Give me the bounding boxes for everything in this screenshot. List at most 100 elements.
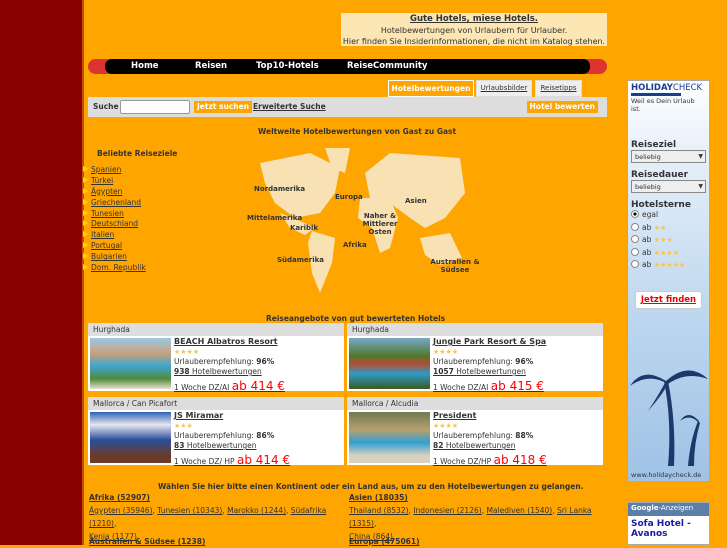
continent-link-afrika[interactable]: Afrika (52907) — [89, 493, 150, 502]
hotel-name-link[interactable]: President — [433, 411, 476, 420]
destination-link[interactable]: Tunesien — [91, 209, 124, 218]
rec-label: Urlauberempfehlung: — [174, 431, 254, 440]
country-link[interactable]: Ägypten (35946) — [89, 506, 153, 515]
hotel-name-link[interactable]: Jungle Park Resort & Spa — [433, 337, 546, 346]
destinations-list: Spanien Türkei Ägypten Griechenland Tune… — [83, 165, 163, 274]
rec-label: Urlauberempfehlung: — [174, 357, 254, 366]
main-nav: Home Reisen Top10-Hotels ReiseCommunity — [88, 59, 607, 74]
rec-value: 88% — [515, 431, 534, 440]
holidaycheck-url[interactable]: www.holidaycheck.de — [631, 471, 701, 479]
nav-community[interactable]: ReiseCommunity — [347, 61, 427, 71]
destination-link[interactable]: Spanien — [91, 165, 121, 174]
continents-intro: Wählen Sie hier bitte einen Kontinent od… — [158, 482, 584, 491]
reisedauer-label: Reisedauer — [631, 170, 689, 180]
tab-urlaubsbilder[interactable]: Urlaubsbilder — [476, 80, 532, 97]
advanced-search-link[interactable]: Erweiterte Suche — [253, 102, 326, 111]
hotel-offer-card: Mallorca / Alcudia President ★★★★ Urlaub… — [347, 397, 603, 467]
map-region-karibik[interactable]: Karibik — [290, 224, 318, 232]
destination-link[interactable]: Bulgarien — [91, 252, 127, 261]
map-region-suedamerika[interactable]: Südamerika — [277, 256, 324, 264]
tagline-line2: Hier finden Sie Insiderinformationen, di… — [342, 37, 606, 46]
offer-location: Mallorca / Alcudia — [347, 397, 603, 410]
hotel-stars: ★★★ — [174, 422, 193, 430]
destination-link[interactable]: Portugal — [91, 241, 122, 250]
hotel-offer-card: Hurghada Jungle Park Resort & Spa ★★★★ U… — [347, 323, 603, 393]
country-link[interactable]: Indonesien (2126) — [413, 506, 481, 515]
destinations-title: Beliebte Reiseziele — [97, 149, 178, 158]
holidaycheck-widget: HOLIDAYCHECK Weil es Dein Urlaub ist. Re… — [627, 80, 710, 482]
left-border — [0, 0, 84, 545]
google-brand: Google — [631, 504, 659, 512]
destination-link[interactable]: Türkei — [91, 176, 113, 185]
radio-3-stars[interactable]: ab ★★★ — [628, 235, 709, 248]
reviews-link[interactable]: 1057 Hotelbewertungen — [433, 367, 526, 376]
search-bar: Suche Jetzt suchen Erweiterte Suche Hote… — [88, 97, 607, 117]
ad-link[interactable]: Sofa Hotel - Avanos — [628, 516, 709, 542]
country-link[interactable]: Thailand (8532) — [349, 506, 409, 515]
hotel-name-link[interactable]: JS Miramar — [174, 411, 223, 420]
hotel-photo[interactable] — [90, 338, 171, 389]
destination-link[interactable]: Italien — [91, 230, 114, 239]
nav-reisen[interactable]: Reisen — [195, 61, 227, 71]
destination-link[interactable]: Griechenland — [91, 198, 141, 207]
reiseziel-select[interactable]: beliebig — [631, 150, 706, 163]
search-label: Suche — [93, 102, 119, 111]
map-region-europa[interactable]: Europa — [335, 193, 363, 201]
radio-2-stars[interactable]: ab ★★ — [628, 222, 709, 236]
hotel-stars: ★★★★ — [174, 348, 200, 356]
hotel-photo[interactable] — [90, 412, 171, 463]
hotel-stars: ★★★★ — [433, 422, 459, 430]
reisedauer-select[interactable]: beliebig — [631, 180, 706, 193]
continent-link-asien[interactable]: Asien (18035) — [349, 493, 408, 502]
radio-4-stars[interactable]: ab ★★★★ — [628, 247, 709, 261]
radio-5-stars[interactable]: ab ★★★★★ — [628, 260, 709, 273]
map-region-asien[interactable]: Asien — [405, 197, 427, 205]
map-region-mittelamerika[interactable]: Mittelamerika — [247, 214, 302, 222]
hotel-photo[interactable] — [349, 412, 430, 463]
reviews-link[interactable]: 83 Hotelbewertungen — [174, 441, 256, 450]
tagline-line1: Hotelbewertungen von Urlaubern für Urlau… — [380, 26, 568, 35]
holidaycheck-logo[interactable]: HOLIDAYCHECK — [628, 81, 709, 93]
offer-location: Hurghada — [347, 323, 603, 336]
country-link[interactable]: Malediven (1540) — [486, 506, 552, 515]
map-region-nordamerika[interactable]: Nordamerika — [254, 185, 305, 193]
tab-reisetipps[interactable]: Reisetipps — [535, 80, 582, 97]
reiseziel-label: Reiseziel — [631, 140, 677, 150]
tagline-box: Gute Hotels, miese Hotels. Hotelbewertun… — [341, 13, 607, 46]
search-button[interactable]: Jetzt suchen — [194, 101, 253, 113]
map-region-nahost[interactable]: Naher & Mittlerer Osten — [350, 212, 410, 236]
radio-egal[interactable]: egal — [628, 210, 709, 223]
hotel-name-link[interactable]: BEACH Albatros Resort — [174, 337, 278, 346]
destination-link[interactable]: Dom. Republik — [91, 263, 146, 272]
price-link[interactable]: 1 Woche DZ/HP ab 418 € — [433, 454, 547, 467]
price-link[interactable]: 1 Woche DZ/AI ab 414 € — [174, 380, 285, 393]
nav-top10[interactable]: Top10-Hotels — [256, 61, 319, 71]
map-title: Weltweite Hotelbewertungen von Gast zu G… — [258, 127, 457, 136]
rec-label: Urlauberempfehlung: — [433, 357, 513, 366]
nav-home[interactable]: Home — [131, 61, 159, 71]
tagline-title[interactable]: Gute Hotels, miese Hotels. — [410, 14, 538, 24]
destination-link[interactable]: Deutschland — [91, 219, 138, 228]
map-region-afrika[interactable]: Afrika — [343, 241, 367, 249]
price-link[interactable]: 1 Woche DZ/ HP ab 414 € — [174, 454, 290, 467]
google-ads: Google-Anzeigen Sofa Hotel - Avanos — [627, 502, 710, 545]
price-link[interactable]: 1 Woche DZ/AI ab 415 € — [433, 380, 544, 393]
reviews-link[interactable]: 938 Hotelbewertungen — [174, 367, 262, 376]
offer-location: Hurghada — [88, 323, 344, 336]
search-input[interactable] — [120, 100, 190, 114]
rec-value: 96% — [515, 357, 534, 366]
tab-hotelbewertungen[interactable]: Hotelbewertungen — [388, 80, 474, 97]
hotel-photo[interactable] — [349, 338, 430, 389]
map-region-australien[interactable]: Australien & Südsee — [430, 258, 480, 274]
hotel-offer-card: Hurghada BEACH Albatros Resort ★★★★ Urla… — [88, 323, 344, 393]
offers-title: Reiseangebote von gut bewerteten Hotels — [266, 314, 446, 323]
find-button[interactable]: Jetzt finden — [635, 291, 702, 309]
hotel-stars: ★★★★ — [433, 348, 459, 356]
reviews-link[interactable]: 82 Hotelbewertungen — [433, 441, 515, 450]
hotelsterne-label: Hotelsterne — [631, 200, 691, 210]
rate-hotel-button[interactable]: Hotel bewerten — [526, 101, 598, 113]
rec-value: 96% — [256, 357, 275, 366]
country-link[interactable]: Tunesien (10343) — [157, 506, 222, 515]
destination-link[interactable]: Ägypten — [91, 187, 122, 196]
country-link[interactable]: Marokko (1244) — [227, 506, 286, 515]
